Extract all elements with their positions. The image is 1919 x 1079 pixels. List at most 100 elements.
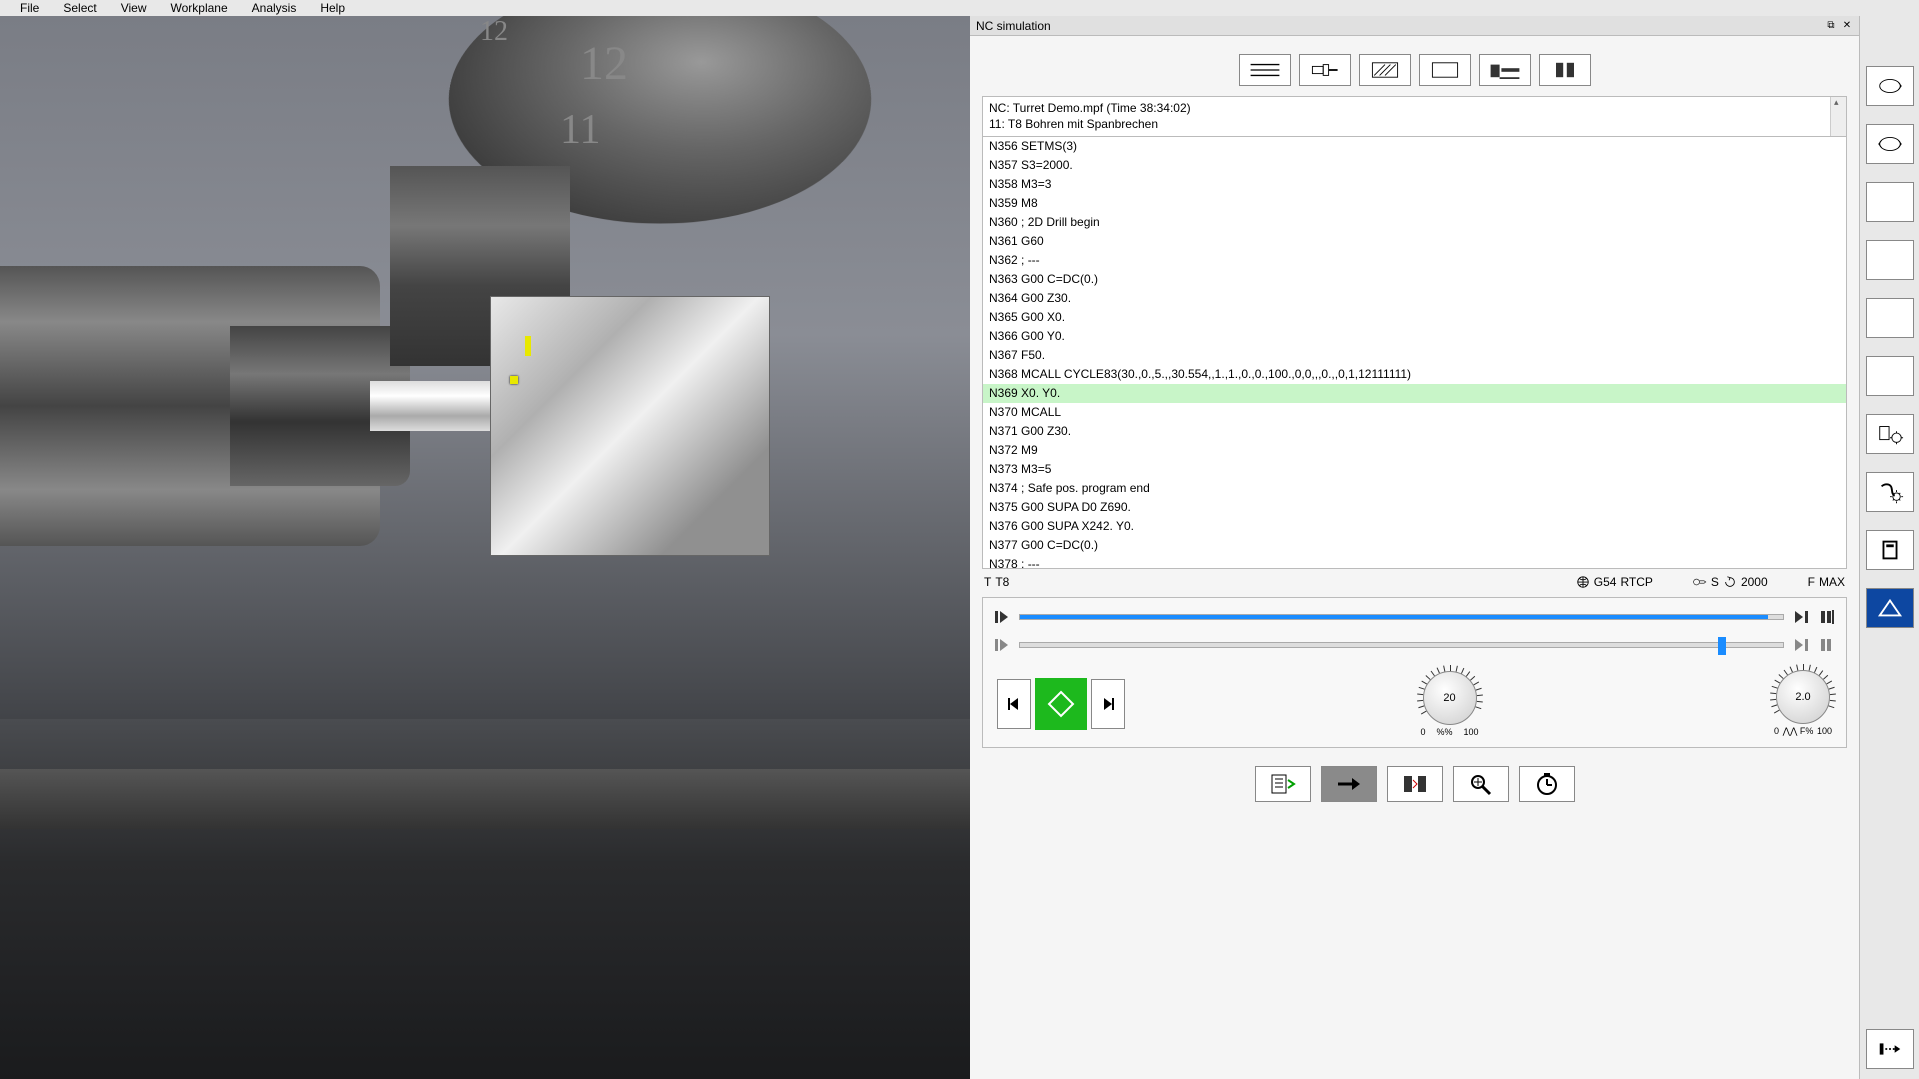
status-t-value: T8 [995, 575, 1009, 589]
nc-line[interactable]: N365 G00 X0. [983, 308, 1846, 327]
view-machine-button[interactable] [1479, 54, 1531, 86]
nc-line[interactable]: N361 G60 [983, 232, 1846, 251]
status-s-value: 2000 [1741, 575, 1768, 589]
view-section-button[interactable] [1539, 54, 1591, 86]
inspect-button[interactable] [1453, 766, 1509, 802]
timer-button[interactable] [1519, 766, 1575, 802]
3d-viewport[interactable]: 12 11 12 [0, 16, 970, 1079]
status-wcs: G54 [1594, 575, 1617, 589]
slider-end-b-icon[interactable] [1818, 608, 1836, 626]
spindle-icon [1693, 575, 1707, 589]
view-mode-toolbar [970, 36, 1859, 96]
turret: 12 11 12 [370, 16, 870, 566]
nc-line[interactable]: N373 M3=5 [983, 460, 1846, 479]
nc-line[interactable]: N371 G00 Z30. [983, 422, 1846, 441]
goto-button[interactable] [1321, 766, 1377, 802]
nc-line[interactable]: N368 MCALL CYCLE83(30.,0.,5.,,30.554,,1.… [983, 365, 1846, 384]
status-rtcp: RTCP [1620, 575, 1652, 589]
feed-dial[interactable]: 2.0 0⋀⋀ F%100 [1774, 670, 1832, 737]
nc-code-list[interactable]: N356 SETMS(3)N357 S3=2000.N358 M3=3N359 … [982, 137, 1847, 569]
progress-slider[interactable] [1019, 614, 1784, 620]
export-button[interactable] [1866, 1029, 1914, 1069]
nc-line[interactable]: N364 G00 Z30. [983, 289, 1846, 308]
nc-line[interactable]: N372 M9 [983, 441, 1846, 460]
nc-line[interactable]: N369 X0. Y0. [983, 384, 1846, 403]
status-f-value: MAX [1819, 575, 1845, 589]
menu-select[interactable]: Select [51, 1, 108, 15]
nc-line[interactable]: N360 ; 2D Drill begin [983, 213, 1846, 232]
speed-dial-value: 20 [1443, 692, 1455, 704]
status-bar: T T8 G54 RTCP S 2000 F MAX [970, 569, 1859, 593]
nc-line[interactable]: N363 G00 C=DC(0.) [983, 270, 1846, 289]
loop-clockwise-button[interactable] [1866, 124, 1914, 164]
step-back-button[interactable] [997, 679, 1031, 729]
view-blank-button[interactable] [1419, 54, 1471, 86]
menu-file[interactable]: File [8, 1, 51, 15]
status-s-label: S [1711, 575, 1719, 589]
settings-button[interactable] [1866, 472, 1914, 512]
view-tool-button[interactable] [1299, 54, 1351, 86]
menu-bar: File Select View Workplane Analysis Help [0, 0, 1919, 16]
nc-line[interactable]: N367 F50. [983, 346, 1846, 365]
sidebar-slot-1[interactable] [1866, 182, 1914, 222]
menu-view[interactable]: View [109, 1, 159, 15]
nc-line[interactable]: N358 M3=3 [983, 175, 1846, 194]
range-end-b-icon[interactable] [1818, 636, 1836, 654]
sidebar-slot-2[interactable] [1866, 240, 1914, 280]
warning-button[interactable] [1866, 588, 1914, 628]
nc-line[interactable]: N359 M8 [983, 194, 1846, 213]
panel-title-text: NC simulation [976, 19, 1051, 33]
nc-line[interactable]: N374 ; Safe pos. program end [983, 479, 1846, 498]
sidebar-slot-3[interactable] [1866, 298, 1914, 338]
globe-icon [1576, 575, 1590, 589]
range-end-a-icon[interactable] [1792, 636, 1810, 654]
range-slider[interactable] [1019, 642, 1784, 648]
panel-close-icon[interactable]: ✕ [1841, 20, 1853, 32]
nc-line[interactable]: N378 ; --- [983, 555, 1846, 569]
tool-holder [490, 296, 770, 556]
loop-counter-button[interactable] [1866, 66, 1914, 106]
playback-panel: 20 0%%100 2.0 0⋀⋀ F%100 [982, 597, 1847, 748]
status-spindle-group: S 2000 [1693, 575, 1768, 589]
nc-line[interactable]: N362 ; --- [983, 251, 1846, 270]
chuck [0, 266, 380, 546]
nc-line[interactable]: N370 MCALL [983, 403, 1846, 422]
range-start-icon[interactable] [993, 636, 1011, 654]
status-t-label: T [984, 575, 991, 589]
nc-line[interactable]: N357 S3=2000. [983, 156, 1846, 175]
machine-config-button[interactable] [1866, 414, 1914, 454]
play-button[interactable] [1035, 678, 1087, 730]
report-button[interactable] [1255, 766, 1311, 802]
turret-number: 12 [580, 36, 628, 91]
view-hatch-button[interactable] [1359, 54, 1411, 86]
status-wcs-group: G54 RTCP [1576, 575, 1653, 589]
machine-bed [0, 719, 970, 1079]
panel-undock-icon[interactable]: ⧉ [1825, 20, 1837, 32]
nc-header-scrollbar[interactable] [1830, 97, 1846, 136]
speed-dial[interactable]: 20 0%%100 [1421, 671, 1479, 737]
turret-number: 11 [560, 106, 600, 154]
view-wireframe-button[interactable] [1239, 54, 1291, 86]
nc-line[interactable]: N356 SETMS(3) [983, 137, 1846, 156]
nc-line[interactable]: N376 G00 SUPA X242. Y0. [983, 517, 1846, 536]
nc-line[interactable]: N375 G00 SUPA D0 Z690. [983, 498, 1846, 517]
status-tool: T T8 [984, 575, 1009, 589]
slider-end-a-icon[interactable] [1792, 608, 1810, 626]
nc-file-line: NC: Turret Demo.mpf (Time 38:34:02) [989, 101, 1840, 117]
menu-analysis[interactable]: Analysis [240, 1, 309, 15]
document-button[interactable] [1866, 530, 1914, 570]
menu-help[interactable]: Help [308, 1, 357, 15]
play-controls [997, 678, 1125, 730]
slider-start-icon[interactable] [993, 608, 1011, 626]
step-forward-button[interactable] [1091, 679, 1125, 729]
sidebar-slot-4[interactable] [1866, 356, 1914, 396]
collision-button[interactable] [1387, 766, 1443, 802]
nc-line[interactable]: N377 G00 C=DC(0.) [983, 536, 1846, 555]
bottom-toolbar [970, 752, 1859, 816]
progress-slider-row [993, 608, 1836, 626]
nc-header: NC: Turret Demo.mpf (Time 38:34:02) 11: … [982, 96, 1847, 137]
nc-line[interactable]: N366 G00 Y0. [983, 327, 1846, 346]
menu-workplane[interactable]: Workplane [159, 1, 240, 15]
tool-tip [525, 336, 531, 356]
status-f-label: F [1808, 575, 1815, 589]
